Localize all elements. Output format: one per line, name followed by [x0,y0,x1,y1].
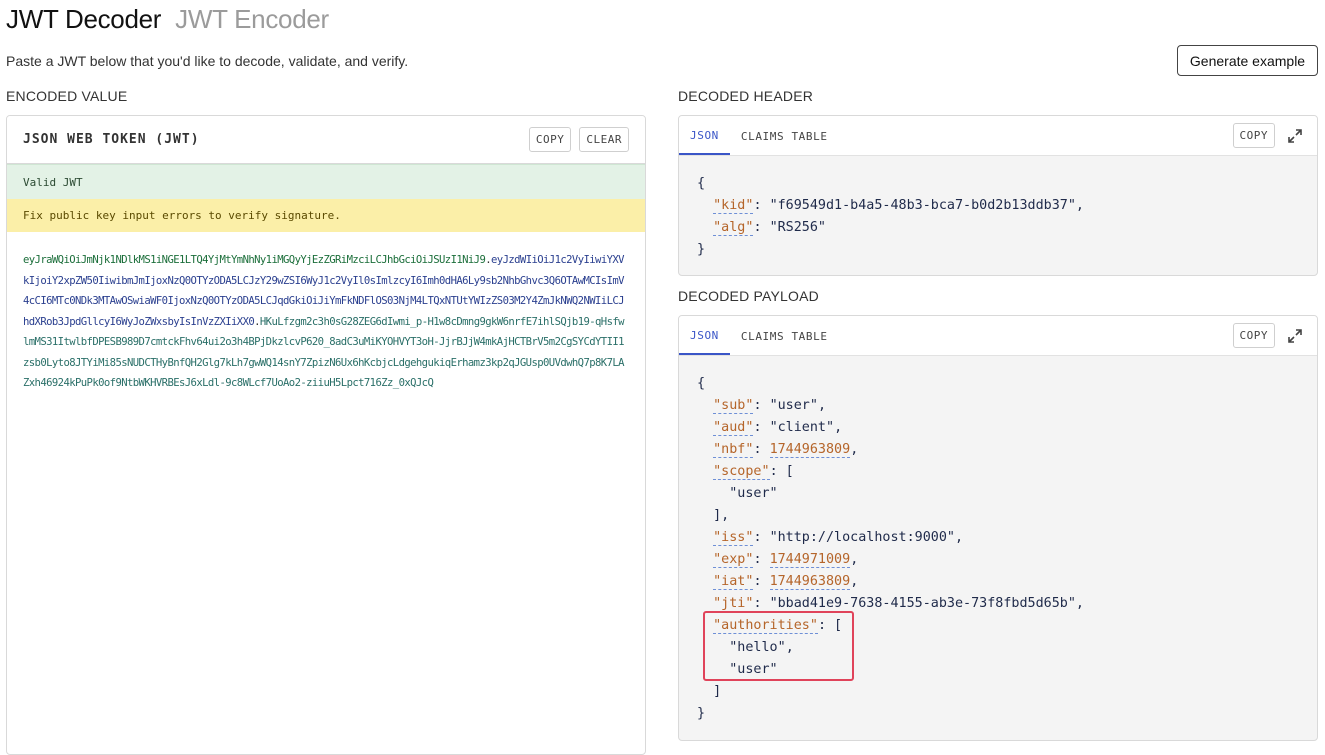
payload-tab-claims-table[interactable]: CLAIMS TABLE [730,317,839,355]
header-tab-claims-table[interactable]: CLAIMS TABLE [730,117,839,155]
page-subtitle: Paste a JWT below that you'd like to dec… [6,53,409,69]
encoded-panel-header: JSON WEB TOKEN (JWT) COPY CLEAR [7,116,645,164]
header-tab-json[interactable]: JSON [679,117,730,155]
json-value: "f69549d1-b4a5-48b3-bca7-b0d2b13ddb37" [769,198,1076,213]
decoded-payload-toolbar: JSON CLAIMS TABLE COPY [679,316,1317,356]
clear-token-button[interactable]: CLEAR [579,127,629,152]
signature-warning-banner: Fix public key input errors to verify si… [7,199,645,232]
generate-example-button[interactable]: Generate example [1177,45,1318,76]
tab-jwt-encoder[interactable]: JWT Encoder [175,4,329,34]
token-header-part: eyJraWQiOiJmNjk1NDlkMS1iNGE1LTQ4YjMtYmNh… [23,254,486,266]
copy-token-button[interactable]: COPY [528,127,572,152]
copy-header-button[interactable]: COPY [1232,123,1275,148]
decoded-payload-label: DECODED PAYLOAD [678,288,819,304]
decoded-header-toolbar: JSON CLAIMS TABLE COPY [679,116,1317,156]
valid-jwt-banner: Valid JWT [7,164,645,199]
header-json-view: { "kid": "f69549d1-b4a5-48b3-bca7-b0d2b1… [697,176,1084,257]
expand-icon[interactable] [1287,328,1303,344]
mode-tabs: JWT Decoder JWT Encoder [6,4,329,35]
payload-tab-json[interactable]: JSON [679,317,730,355]
copy-payload-button[interactable]: COPY [1232,323,1275,348]
expand-icon[interactable] [1287,128,1303,144]
decoded-header-panel: JSON CLAIMS TABLE COPY { "kid": "f69549d… [678,115,1318,276]
jwt-panel-title: JSON WEB TOKEN (JWT) [23,132,200,147]
json-value: "RS256" [769,220,826,235]
json-key: "kid" [713,198,754,214]
json-key: "alg" [713,220,754,236]
authorities-highlight-box [703,611,854,681]
decoded-header-label: DECODED HEADER [678,88,814,104]
encoded-value-label: ENCODED VALUE [6,88,128,104]
jwt-input[interactable]: eyJraWQiOiJmNjk1NDlkMS1iNGE1LTQ4YjMtYmNh… [7,232,645,394]
tab-jwt-decoder[interactable]: JWT Decoder [6,4,161,34]
encoded-panel: JSON WEB TOKEN (JWT) COPY CLEAR Valid JW… [6,115,646,755]
